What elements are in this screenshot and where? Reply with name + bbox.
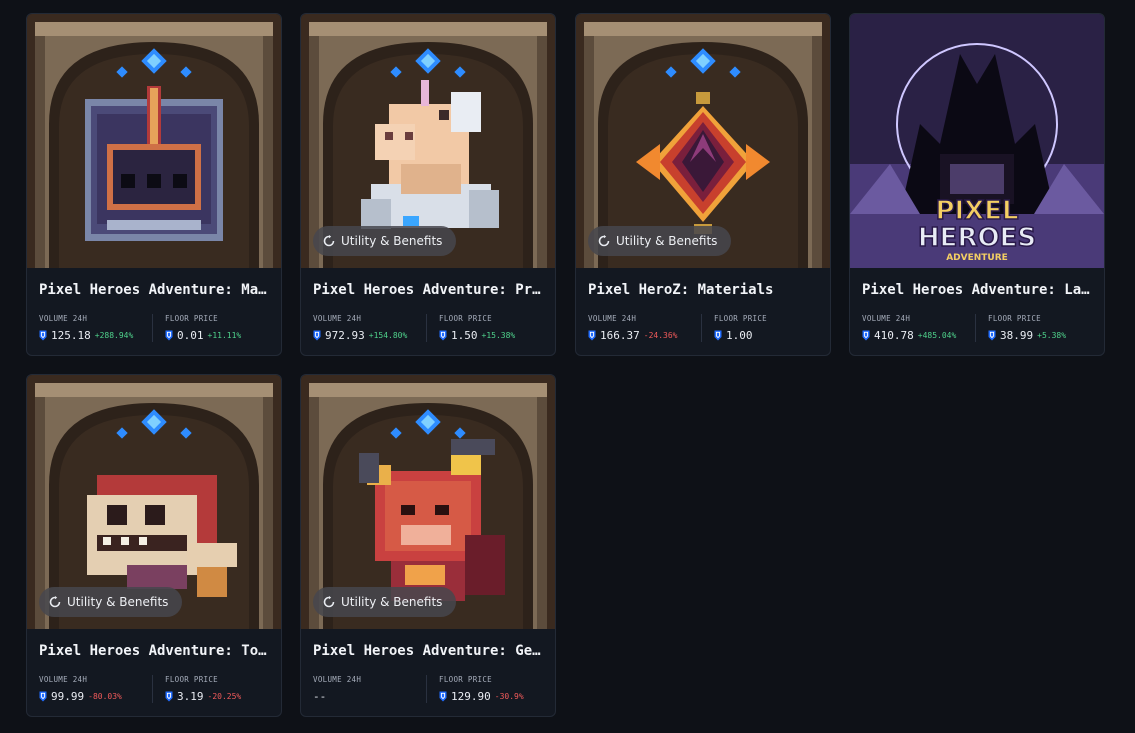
ronin-icon bbox=[165, 691, 173, 702]
ronin-icon bbox=[439, 691, 447, 702]
volume-amount: 166.37 bbox=[600, 329, 640, 342]
utility-badge-label: Utility & Benefits bbox=[616, 234, 718, 248]
floor-amount: 1.00 bbox=[726, 329, 753, 342]
floor-change: -20.25% bbox=[207, 692, 242, 701]
floor-value: 0.01 +11.11% bbox=[165, 329, 241, 342]
floor-amount: 3.19 bbox=[177, 690, 204, 703]
ronin-icon bbox=[39, 330, 47, 341]
volume-label: VOLUME 24H bbox=[588, 314, 637, 323]
collection-image[interactable] bbox=[27, 14, 281, 268]
volume-label: VOLUME 24H bbox=[313, 314, 362, 323]
stat-divider bbox=[975, 314, 976, 342]
utility-badge-label: Utility & Benefits bbox=[341, 234, 443, 248]
volume-change: +485.04% bbox=[917, 331, 957, 340]
utility-badge[interactable]: Utility & Benefits bbox=[313, 226, 457, 256]
stat-divider bbox=[152, 314, 153, 342]
collection-card[interactable]: Utility & Benefits Pixel HeroZ: Material… bbox=[575, 13, 831, 356]
floor-value: 1.50 +15.38% bbox=[439, 329, 515, 342]
floor-change: +11.11% bbox=[207, 331, 242, 340]
collection-title[interactable]: Pixel Heroes Adventure: ToyZ bbox=[39, 643, 271, 659]
refresh-icon bbox=[598, 235, 610, 247]
collection-title[interactable]: Pixel Heroes Adventure: Mat... bbox=[39, 282, 271, 298]
stat-divider bbox=[426, 675, 427, 703]
utility-badge[interactable]: Utility & Benefits bbox=[588, 226, 732, 256]
refresh-icon bbox=[323, 596, 335, 608]
volume-amount: 410.78 bbox=[874, 329, 914, 342]
volume-amount: -- bbox=[313, 690, 327, 703]
volume-label: VOLUME 24H bbox=[39, 675, 88, 684]
collection-card[interactable]: Utility & Benefits Pixel Heroes Adventur… bbox=[300, 374, 556, 717]
collection-title[interactable]: Pixel HeroZ: Materials bbox=[588, 282, 820, 298]
collection-title[interactable]: Pixel Heroes Adventure: LandZ bbox=[862, 282, 1094, 298]
floor-label: FLOOR PRICE bbox=[439, 675, 492, 684]
utility-badge[interactable]: Utility & Benefits bbox=[39, 587, 183, 617]
volume-value: 410.78 +485.04% bbox=[862, 329, 956, 342]
floor-label: FLOOR PRICE bbox=[439, 314, 492, 323]
ronin-icon bbox=[165, 330, 173, 341]
volume-change: +154.80% bbox=[368, 331, 408, 340]
floor-change: +5.38% bbox=[1037, 331, 1067, 340]
floor-amount: 129.90 bbox=[451, 690, 491, 703]
landz-artwork: PIXEL HEROES ADVENTURE bbox=[850, 14, 1104, 268]
ronin-icon bbox=[313, 330, 321, 341]
volume-change: -80.03% bbox=[88, 692, 122, 701]
ronin-icon bbox=[714, 330, 722, 341]
helmet-artwork bbox=[27, 14, 281, 268]
collection-image[interactable]: PIXEL HEROES ADVENTURE bbox=[850, 14, 1104, 268]
floor-label: FLOOR PRICE bbox=[714, 314, 767, 323]
floor-value: 3.19 -20.25% bbox=[165, 690, 241, 703]
floor-amount: 1.50 bbox=[451, 329, 478, 342]
ronin-icon bbox=[588, 330, 596, 341]
collection-card[interactable]: PIXEL HEROES ADVENTURE Pixel Heroes Adve… bbox=[849, 13, 1105, 356]
volume-label: VOLUME 24H bbox=[862, 314, 911, 323]
volume-amount: 99.99 bbox=[51, 690, 85, 703]
floor-amount: 0.01 bbox=[177, 329, 204, 342]
utility-badge-label: Utility & Benefits bbox=[341, 595, 443, 609]
ronin-icon bbox=[988, 330, 996, 341]
floor-value: 1.00 bbox=[714, 329, 757, 342]
stat-divider bbox=[701, 314, 702, 342]
volume-change: +288.94% bbox=[94, 331, 134, 340]
volume-value: 99.99 -80.03% bbox=[39, 690, 122, 703]
collection-title[interactable]: Pixel Heroes Adventure: Gen... bbox=[313, 643, 545, 659]
refresh-icon bbox=[323, 235, 335, 247]
utility-badge-label: Utility & Benefits bbox=[67, 595, 169, 609]
floor-label: FLOOR PRICE bbox=[988, 314, 1041, 323]
volume-change: -24.36% bbox=[643, 331, 678, 340]
floor-change: +15.38% bbox=[481, 331, 516, 340]
floor-value: 129.90 -30.9% bbox=[439, 690, 524, 703]
svg-text:HEROES: HEROES bbox=[918, 223, 1036, 253]
floor-value: 38.99 +5.38% bbox=[988, 329, 1066, 342]
svg-text:PIXEL: PIXEL bbox=[935, 196, 1018, 226]
volume-value: 972.93 +154.80% bbox=[313, 329, 407, 342]
utility-badge[interactable]: Utility & Benefits bbox=[313, 587, 457, 617]
volume-label: VOLUME 24H bbox=[313, 675, 362, 684]
volume-value: 166.37 -24.36% bbox=[588, 329, 677, 342]
svg-text:ADVENTURE: ADVENTURE bbox=[946, 253, 1008, 263]
volume-value: -- bbox=[313, 690, 330, 703]
floor-label: FLOOR PRICE bbox=[165, 314, 218, 323]
volume-label: VOLUME 24H bbox=[39, 314, 88, 323]
floor-change: -30.9% bbox=[494, 692, 524, 701]
collection-card[interactable]: Pixel Heroes Adventure: Mat... VOLUME 24… bbox=[26, 13, 282, 356]
stat-divider bbox=[426, 314, 427, 342]
volume-amount: 125.18 bbox=[51, 329, 91, 342]
ronin-icon bbox=[39, 691, 47, 702]
stat-divider bbox=[152, 675, 153, 703]
floor-amount: 38.99 bbox=[1000, 329, 1034, 342]
collection-card[interactable]: Utility & Benefits Pixel Heroes Adventur… bbox=[26, 374, 282, 717]
ronin-icon bbox=[862, 330, 870, 341]
volume-value: 125.18 +288.94% bbox=[39, 329, 133, 342]
ronin-icon bbox=[439, 330, 447, 341]
volume-amount: 972.93 bbox=[325, 329, 365, 342]
floor-label: FLOOR PRICE bbox=[165, 675, 218, 684]
collection-title[interactable]: Pixel Heroes Adventure: Prim... bbox=[313, 282, 545, 298]
collection-card[interactable]: Utility & Benefits Pixel Heroes Adventur… bbox=[300, 13, 556, 356]
refresh-icon bbox=[49, 596, 61, 608]
